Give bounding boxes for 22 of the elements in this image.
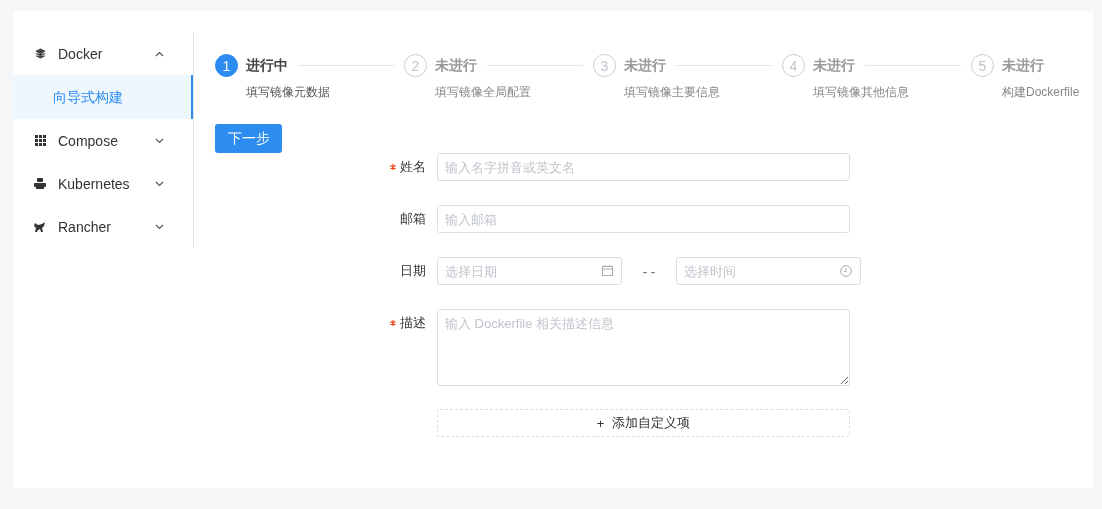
sidebar-item[interactable]: Kubernetes <box>13 162 193 205</box>
step-description: 填写镜像全局配置 <box>435 84 532 101</box>
step-description: 构建Dockerfile <box>1002 84 1080 101</box>
animal-icon <box>34 220 46 233</box>
sidebar-item[interactable]: Rancher <box>13 205 193 248</box>
step-title: 未进行 <box>435 56 477 75</box>
field-label: 描述 <box>400 314 426 332</box>
field-label: 日期 <box>400 262 426 280</box>
sidebar-item[interactable]: Compose <box>13 119 193 162</box>
sidebar-item[interactable]: Docker <box>13 32 193 75</box>
step-title: 未进行 <box>624 56 666 75</box>
range-separator: - - <box>641 263 657 279</box>
step-description: 填写镜像其他信息 <box>813 84 910 101</box>
grid-icon <box>34 134 46 147</box>
step-description: 填写镜像主要信息 <box>624 84 721 101</box>
field-label: 姓名 <box>400 158 426 176</box>
step-title: 未进行 <box>813 56 855 75</box>
field-label: 邮箱 <box>400 210 426 228</box>
layers-icon <box>34 47 46 60</box>
step-description: 填写镜像元数据 <box>246 84 331 101</box>
step-title: 进行中 <box>246 56 288 75</box>
step-title: 未进行 <box>1002 56 1044 75</box>
